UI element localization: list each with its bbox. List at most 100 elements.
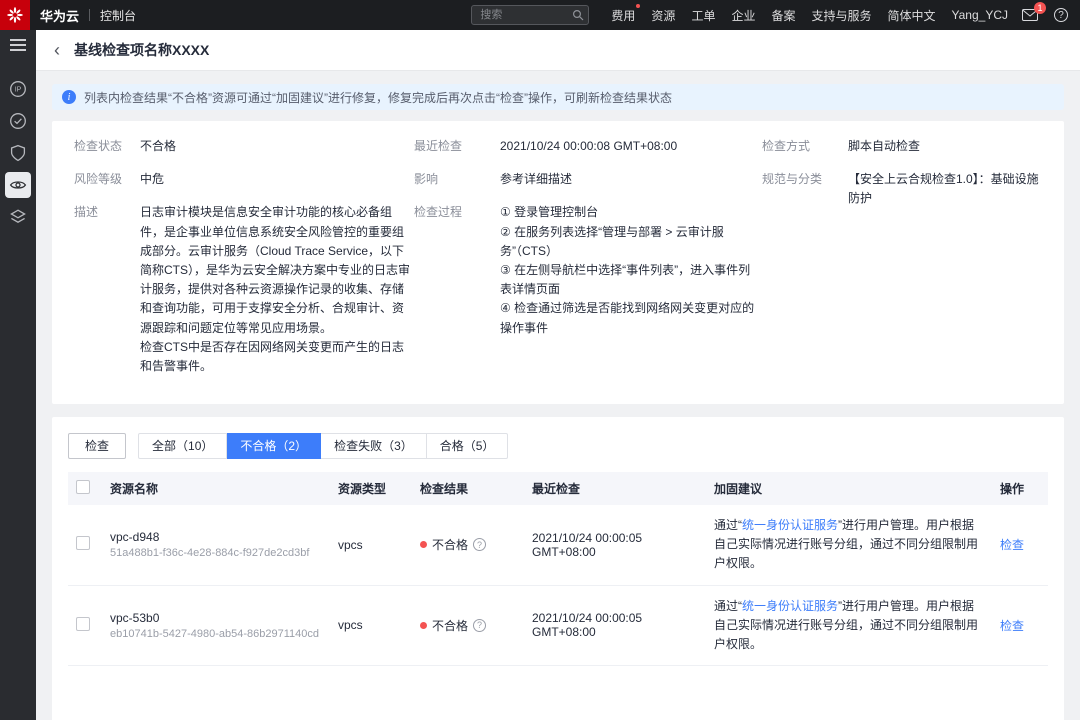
field-value: 2021/10/24 00:00:08 GMT+08:00	[500, 137, 677, 156]
field-risk-level: 风险等级 中危	[74, 170, 414, 189]
select-all-checkbox[interactable]	[76, 480, 90, 494]
last-check-cell: 2021/10/24 00:00:05 GMT+08:00	[524, 505, 706, 585]
table-row: vpc-d948 51a488b1-f36c-4e28-884c-f927de2…	[68, 505, 1048, 585]
menu-hamburger-icon[interactable]	[10, 44, 26, 46]
nav-resource[interactable]: 资源	[651, 7, 675, 24]
resource-id: eb10741b-5427-4980-ab54-86b2971140cd	[110, 628, 322, 640]
row-checkbox-cell	[68, 585, 102, 666]
col-operation: 操作	[992, 472, 1048, 505]
tab-failed[interactable]: 不合格（2）	[227, 433, 321, 459]
iam-service-link[interactable]: 统一身份认证服务	[742, 599, 838, 613]
field-description: 描述 日志审计模块是信息安全审计功能的核心必备组件，是企事业单位信息系统安全风险…	[74, 203, 414, 376]
field-label: 检查状态	[74, 137, 140, 156]
field-label: 风险等级	[74, 170, 140, 189]
field-check-status: 检查状态 不合格	[74, 137, 414, 156]
field-check-method: 检查方式 脚本自动检查	[762, 137, 1042, 156]
table-row: vpc-53b0 eb10741b-5427-4980-ab54-86b2971…	[68, 585, 1048, 666]
last-check-time: 2021/10/24 00:00:05 GMT+08:00	[532, 611, 642, 639]
nav-enterprise[interactable]: 企业	[731, 7, 755, 24]
info-banner-text: 列表内检查结果“不合格”资源可通过“加固建议”进行修复，修复完成后再次点击“检查…	[84, 89, 672, 106]
status-dot	[420, 622, 427, 629]
field-value: 参考详细描述	[500, 170, 572, 189]
resource-name-cell: vpc-53b0 eb10741b-5427-4980-ab54-86b2971…	[102, 585, 330, 666]
col-resource-type: 资源类型	[330, 472, 412, 505]
status-text: 不合格	[432, 617, 468, 634]
left-sidebar: IP	[0, 30, 36, 720]
resource-type: vpcs	[338, 618, 363, 632]
row-check-link[interactable]: 检查	[1000, 538, 1024, 552]
field-check-process: 检查过程 ① 登录管理控制台 ② 在服务列表选择“管理与部署 > 云审计服务”（…	[414, 203, 762, 337]
field-label: 描述	[74, 203, 140, 376]
field-spec-category: 规范与分类 【安全上云合规检查1.0】：基础设施防护	[762, 170, 1042, 208]
field-last-check: 最近检查 2021/10/24 00:00:08 GMT+08:00	[414, 137, 762, 156]
tab-all[interactable]: 全部（10）	[138, 433, 227, 459]
top-navbar: 华为云 控制台 费用 资源 工单 企业 备案 支持与服务 简体中文 Yang_Y…	[0, 0, 1080, 30]
nav-username[interactable]: Yang_YCJ	[952, 8, 1008, 22]
status-dot	[420, 541, 427, 548]
stack-icon[interactable]	[5, 204, 31, 230]
help-button[interactable]: ?	[1054, 8, 1068, 22]
page-header: ‹ 基线检查项名称XXXX	[36, 30, 1080, 70]
result-help-icon[interactable]: ?	[473, 619, 486, 632]
table-toolbar: 检查 全部（10） 不合格（2） 检查失败（3） 合格（5）	[68, 433, 1048, 459]
row-checkbox[interactable]	[76, 617, 90, 631]
situation-icon[interactable]	[5, 172, 31, 198]
nav-ticket[interactable]: 工单	[691, 7, 715, 24]
check-button[interactable]: 检查	[68, 433, 126, 459]
suggestion-cell: 通过“统一身份认证服务”进行用户管理。用户根据自己实际情况进行账号分组，通过不同…	[706, 505, 992, 585]
tab-passed[interactable]: 合格（5）	[427, 433, 509, 459]
check-result-cell: 不合格 ?	[412, 585, 524, 666]
messages-button[interactable]: 1	[1022, 9, 1038, 21]
row-checkbox[interactable]	[76, 536, 90, 550]
field-label: 检查方式	[762, 137, 848, 156]
nav-fee[interactable]: 费用	[611, 7, 635, 24]
header-checkbox-cell	[68, 472, 102, 505]
resource-type: vpcs	[338, 538, 363, 552]
shield-icon[interactable]	[5, 140, 31, 166]
eip-icon[interactable]: IP	[5, 76, 31, 102]
page-content: i 列表内检查结果“不合格”资源可通过“加固建议”进行修复，修复完成后再次点击“…	[36, 70, 1080, 720]
row-check-link[interactable]: 检查	[1000, 619, 1024, 633]
detail-column-3: 检查方式 脚本自动检查 规范与分类 【安全上云合规检查1.0】：基础设施防护	[762, 137, 1042, 390]
field-label: 检查过程	[414, 203, 500, 337]
console-link[interactable]: 控制台	[100, 7, 136, 24]
suggestion-text: 通过“	[714, 599, 742, 613]
sidebar-icon-list: IP	[5, 76, 31, 230]
checklist-icon[interactable]	[5, 108, 31, 134]
field-label: 最近检查	[414, 137, 500, 156]
resource-name[interactable]: vpc-53b0	[110, 611, 322, 625]
search-icon[interactable]	[572, 9, 584, 24]
svg-text:IP: IP	[15, 87, 22, 94]
col-suggestion: 加固建议	[706, 472, 992, 505]
message-count-badge: 1	[1034, 2, 1046, 14]
nav-language[interactable]: 简体中文	[888, 7, 936, 24]
huawei-flower-icon	[6, 6, 24, 24]
suggestion-cell: 通过“统一身份认证服务”进行用户管理。用户根据自己实际情况进行账号分组，通过不同…	[706, 585, 992, 666]
nav-icp[interactable]: 备案	[771, 7, 795, 24]
last-check-cell: 2021/10/24 00:00:05 GMT+08:00	[524, 585, 706, 666]
brand-name[interactable]: 华为云	[40, 6, 79, 25]
field-value: 不合格	[140, 137, 176, 156]
detail-column-2: 最近检查 2021/10/24 00:00:08 GMT+08:00 影响 参考…	[414, 137, 762, 390]
nav-fee-label: 费用	[611, 9, 635, 23]
topbar-search	[471, 5, 589, 25]
field-value: 【安全上云合规检查1.0】：基础设施防护	[848, 170, 1042, 208]
field-value: 日志审计模块是信息安全审计功能的核心必备组件，是企事业单位信息系统安全风险管控的…	[140, 203, 414, 376]
table-header-row: 资源名称 资源类型 检查结果 最近检查 加固建议 操作	[68, 472, 1048, 505]
nav-support[interactable]: 支持与服务	[811, 7, 871, 24]
info-banner: i 列表内检查结果“不合格”资源可通过“加固建议”进行修复，修复完成后再次点击“…	[52, 84, 1064, 110]
fee-notice-dot	[636, 4, 640, 8]
tab-check-error[interactable]: 检查失败（3）	[321, 433, 427, 459]
result-help-icon[interactable]: ?	[473, 538, 486, 551]
operation-cell: 检查	[992, 505, 1048, 585]
page-title: 基线检查项名称XXXX	[74, 40, 209, 60]
status-text: 不合格	[432, 536, 468, 553]
field-value: ① 登录管理控制台 ② 在服务列表选择“管理与部署 > 云审计服务”（CTS） …	[500, 203, 762, 337]
resource-name[interactable]: vpc-d948	[110, 530, 322, 544]
field-value: 脚本自动检查	[848, 137, 920, 156]
field-label: 规范与分类	[762, 170, 848, 208]
resource-table-card: 检查 全部（10） 不合格（2） 检查失败（3） 合格（5） 资源名称	[52, 417, 1064, 720]
back-button[interactable]: ‹	[52, 41, 62, 59]
iam-service-link[interactable]: 统一身份认证服务	[742, 518, 838, 532]
huawei-logo[interactable]	[0, 0, 30, 30]
